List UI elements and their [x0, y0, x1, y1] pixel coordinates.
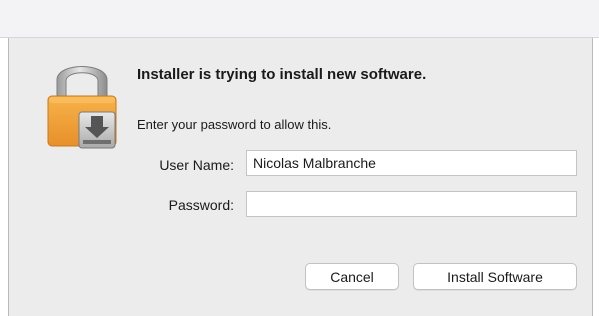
lock-installer-icon: [47, 66, 117, 149]
cancel-button[interactable]: Cancel: [305, 263, 399, 290]
username-field[interactable]: [246, 150, 577, 176]
password-label: Password:: [168, 197, 234, 213]
dialog-heading: Installer is trying to install new softw…: [137, 66, 427, 83]
install-software-button[interactable]: Install Software: [413, 263, 577, 290]
username-label: User Name:: [159, 157, 234, 173]
password-field[interactable]: [246, 191, 577, 217]
dialog-subtext: Enter your password to allow this.: [137, 117, 332, 132]
window-titlebar: [0, 0, 599, 38]
screen: Installer is trying to install new softw…: [0, 0, 599, 316]
